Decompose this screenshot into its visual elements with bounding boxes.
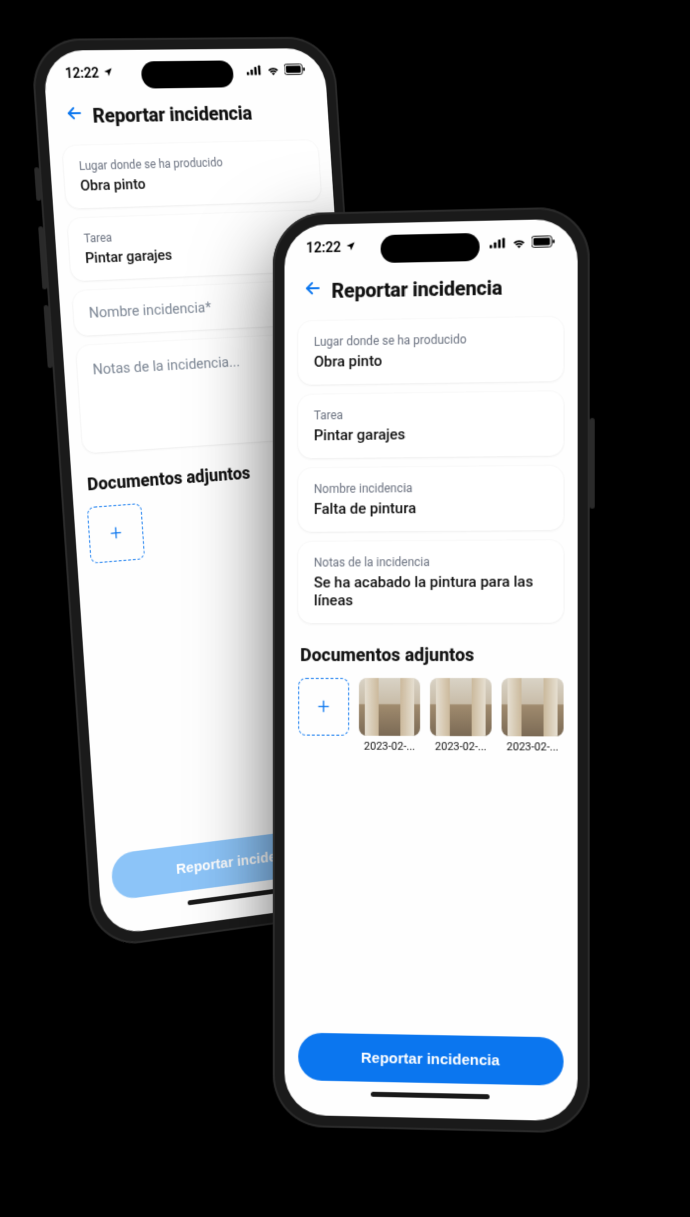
plus-icon: + [318, 694, 330, 719]
location-icon [102, 66, 113, 82]
field-value: Pintar garajes [314, 424, 548, 445]
attachment-thumbnail [502, 678, 564, 736]
location-icon [345, 240, 356, 256]
field-label: Nombre incidencia [314, 480, 548, 496]
dynamic-island [381, 233, 480, 263]
field-label: Lugar donde se ha producido [314, 331, 548, 349]
field-label: Notas de la incidencia [314, 554, 548, 569]
attachment-thumbnail [430, 678, 492, 736]
battery-icon [284, 63, 306, 78]
cellular-icon [490, 236, 507, 252]
device-mockup-right: 12:22 Reportar incidenc [273, 206, 590, 1133]
submit-button[interactable]: Reportar incidencia [298, 1033, 563, 1086]
attachment-filename: 2023-02-... [502, 740, 564, 753]
cellular-icon [246, 64, 262, 79]
field-lugar[interactable]: Lugar donde se ha producido Obra pinto [298, 317, 563, 385]
field-label: Lugar donde se ha producido [78, 154, 304, 173]
add-attachment-button[interactable]: + [298, 678, 349, 736]
field-notas-incidencia[interactable]: Notas de la incidencia Se ha acabado la … [298, 540, 563, 623]
attachment-filename: 2023-02-... [430, 740, 492, 753]
attachment-filename: 2023-02-... [359, 740, 420, 753]
attachment-thumbnail [359, 678, 420, 736]
back-button[interactable] [63, 103, 93, 128]
field-lugar[interactable]: Lugar donde se ha producido Obra pinto [62, 140, 321, 209]
attachment-item[interactable]: 2023-02-... [359, 678, 420, 753]
attachment-item[interactable]: 2023-02-... [502, 678, 564, 754]
attachments-section-title: Documentos adjuntos [300, 645, 561, 666]
field-value: Obra pinto [314, 349, 548, 371]
dynamic-island [141, 60, 235, 88]
attachment-item[interactable]: 2023-02-... [430, 678, 492, 753]
field-nombre-incidencia[interactable]: Nombre incidencia Falta de pintura [298, 466, 563, 532]
status-time: 12:22 [65, 66, 100, 82]
page-title: Reportar incidencia [331, 275, 502, 302]
field-value: Obra pinto [80, 171, 307, 195]
field-tarea[interactable]: Tarea Pintar garajes [298, 391, 563, 458]
page-title: Reportar incidencia [92, 101, 253, 127]
field-value: Falta de pintura [314, 498, 548, 518]
field-label: Tarea [314, 405, 548, 422]
back-button[interactable] [302, 278, 331, 303]
field-value: Se ha acabado la pintura para las líneas [314, 572, 548, 609]
plus-icon: + [109, 521, 122, 546]
wifi-icon [512, 236, 527, 252]
add-attachment-button[interactable]: + [87, 503, 145, 564]
battery-icon [532, 235, 556, 252]
status-time: 12:22 [306, 240, 341, 257]
wifi-icon [266, 64, 280, 79]
